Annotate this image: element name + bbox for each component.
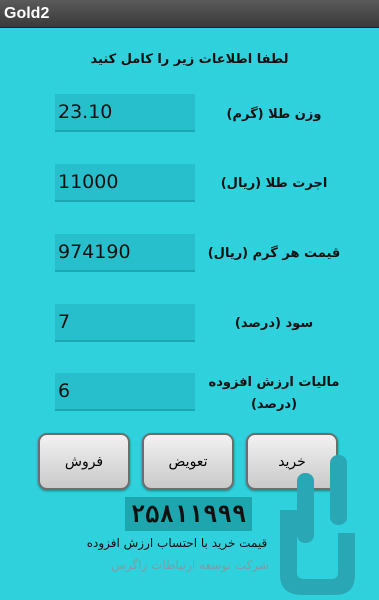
profit-field[interactable] bbox=[55, 304, 195, 342]
vat-label-line1: مالیات ارزش افزوده bbox=[208, 375, 340, 390]
swap-button[interactable]: تعویض bbox=[142, 433, 234, 490]
profit-input[interactable] bbox=[55, 304, 195, 340]
gold-weight-label: وزن طلا (گرم) bbox=[226, 107, 322, 122]
price-per-gram-label: قیمت هر گرم (ریال) bbox=[207, 246, 341, 261]
vat-label: مالیات ارزش افزوده (درصد) bbox=[199, 372, 349, 416]
title-bar: Gold2 bbox=[0, 0, 379, 28]
vat-label-line2: (درصد) bbox=[250, 397, 298, 412]
gold-wage-label: اجرت طلا (ریال) bbox=[220, 176, 328, 191]
price-per-gram-field[interactable] bbox=[55, 234, 195, 272]
price-per-gram-input[interactable] bbox=[55, 234, 195, 270]
app-title: Gold2 bbox=[4, 5, 50, 22]
result-value: ۲۵۸۱۱۹۹۹ bbox=[130, 500, 247, 528]
sell-button[interactable]: فروش bbox=[38, 433, 130, 490]
vat-input[interactable] bbox=[55, 373, 195, 409]
gold-weight-input[interactable] bbox=[55, 94, 195, 130]
result-caption: قیمت خرید با احتساب ارزش افزوده bbox=[86, 536, 268, 550]
gold-wage-field[interactable] bbox=[55, 164, 195, 202]
vat-field[interactable] bbox=[55, 373, 195, 411]
company-name: شرکت توسعه ارتباطات زاگرس bbox=[111, 558, 269, 572]
profit-label: سود (درصد) bbox=[234, 316, 314, 331]
instruction-text: لطفا اطلاعات زیر را کامل کنید bbox=[90, 52, 289, 67]
zagros-logo-icon bbox=[280, 455, 355, 595]
gold-weight-field[interactable] bbox=[55, 94, 195, 132]
gold-wage-input[interactable] bbox=[55, 164, 195, 200]
